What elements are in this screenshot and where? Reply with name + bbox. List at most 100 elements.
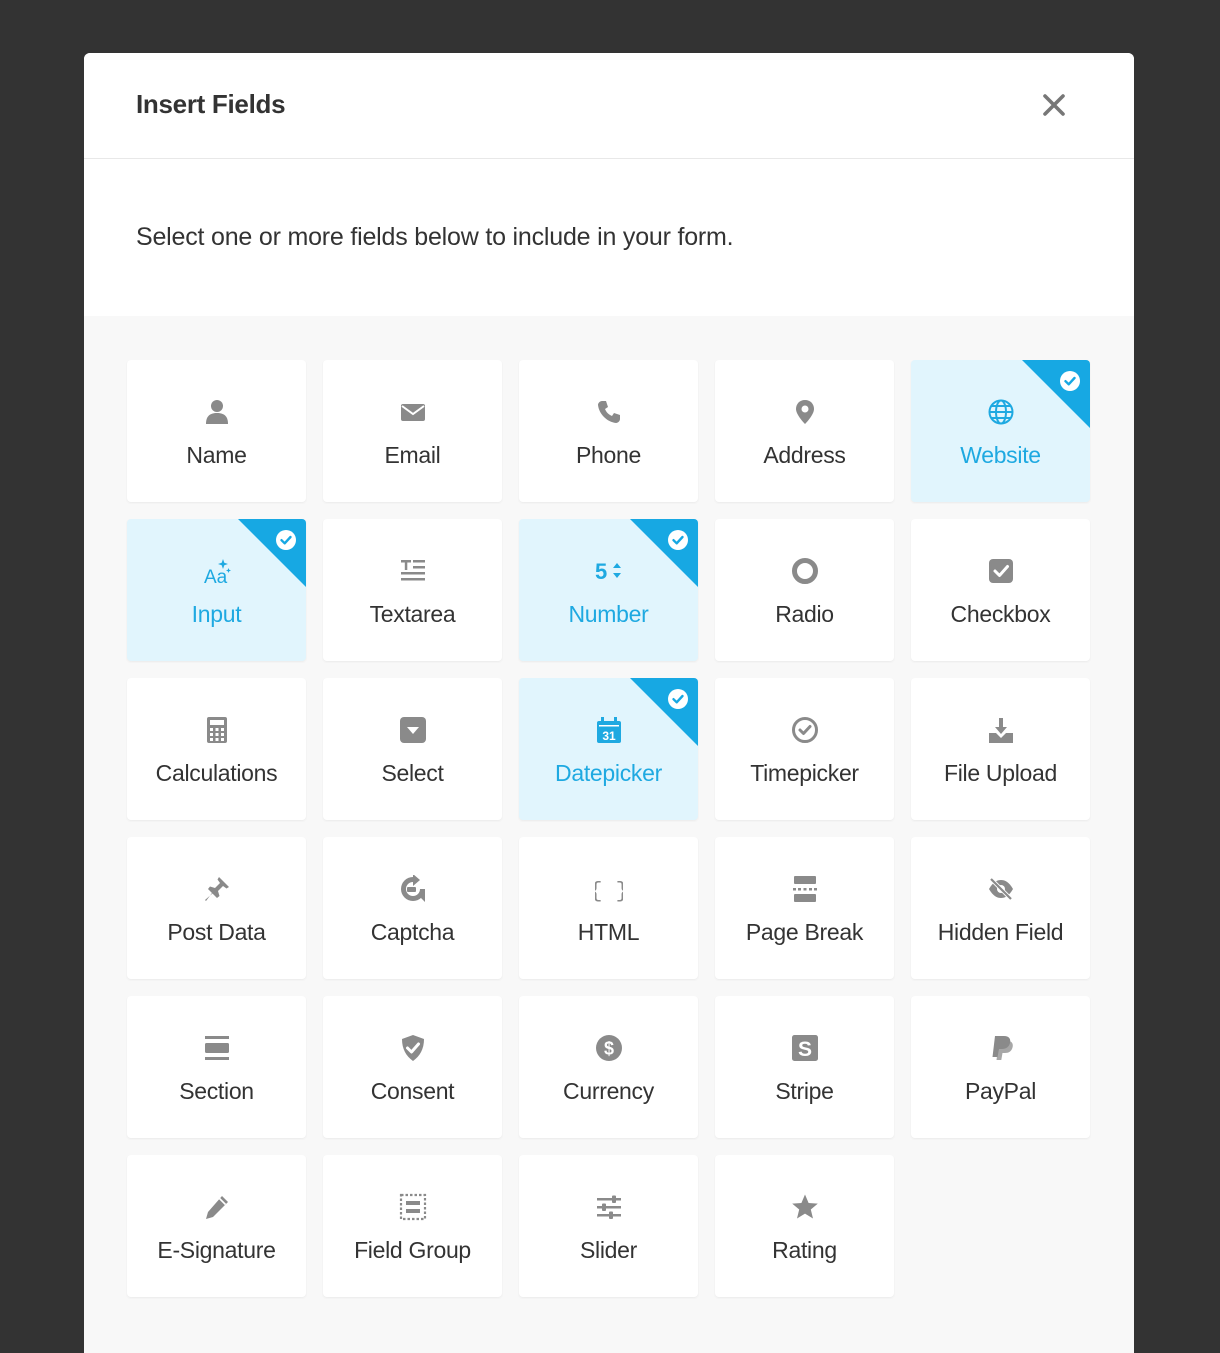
modal-header: Insert Fields bbox=[84, 53, 1134, 159]
field-label: Textarea bbox=[369, 601, 456, 627]
field-card-checkbox[interactable]: Checkbox bbox=[911, 519, 1090, 661]
checkbox-icon bbox=[986, 556, 1016, 586]
field-label: Radio bbox=[775, 601, 834, 627]
field-label: Datepicker bbox=[555, 760, 662, 786]
user-icon bbox=[202, 397, 232, 427]
field-card-file-upload[interactable]: File Upload bbox=[911, 678, 1090, 820]
field-card-stripe[interactable]: S Stripe bbox=[715, 996, 894, 1138]
svg-text:{ }: { } bbox=[595, 879, 623, 903]
field-label: Calculations bbox=[155, 760, 278, 786]
pin-icon bbox=[202, 874, 232, 904]
field-card-page-break[interactable]: Page Break bbox=[715, 837, 894, 979]
text-input-icon: Aa bbox=[202, 556, 232, 586]
field-label: Page Break bbox=[745, 919, 864, 945]
textarea-icon bbox=[398, 556, 428, 586]
envelope-icon bbox=[398, 397, 428, 427]
field-label: Consent bbox=[370, 1078, 455, 1104]
svg-text:5: 5 bbox=[595, 559, 607, 584]
field-card-email[interactable]: Email bbox=[323, 360, 502, 502]
field-label: Post Data bbox=[167, 919, 266, 945]
field-label: HTML bbox=[577, 919, 640, 945]
check-circle-icon bbox=[1060, 371, 1080, 391]
field-label: Currency bbox=[563, 1078, 654, 1104]
field-card-consent[interactable]: Consent bbox=[323, 996, 502, 1138]
field-card-radio[interactable]: Radio bbox=[715, 519, 894, 661]
field-card-calculations[interactable]: Calculations bbox=[127, 678, 306, 820]
field-card-field-group[interactable]: Field Group bbox=[323, 1155, 502, 1297]
field-label: Checkbox bbox=[950, 601, 1051, 627]
shield-check-icon bbox=[398, 1033, 428, 1063]
insert-fields-modal: Insert Fields Select one or more fields … bbox=[84, 53, 1134, 1353]
field-card-textarea[interactable]: Textarea bbox=[323, 519, 502, 661]
dollar-icon: $ bbox=[594, 1033, 624, 1063]
selected-corner-badge bbox=[630, 678, 698, 746]
field-card-captcha[interactable]: Captcha bbox=[323, 837, 502, 979]
selected-corner-badge bbox=[1022, 360, 1090, 428]
field-label: Hidden Field bbox=[937, 919, 1064, 945]
globe-icon bbox=[986, 397, 1016, 427]
field-label: Slider bbox=[579, 1237, 637, 1263]
field-card-hidden-field[interactable]: Hidden Field bbox=[911, 837, 1090, 979]
radio-icon bbox=[790, 556, 820, 586]
calendar-icon: 31 bbox=[594, 715, 624, 745]
number-icon: 5 bbox=[594, 556, 624, 586]
field-card-address[interactable]: Address bbox=[715, 360, 894, 502]
field-card-website[interactable]: Website bbox=[911, 360, 1090, 502]
svg-text:31: 31 bbox=[602, 729, 616, 743]
intro-section: Select one or more fields below to inclu… bbox=[84, 159, 1134, 316]
clock-icon bbox=[790, 715, 820, 745]
field-label: Email bbox=[384, 442, 441, 468]
modal-title: Insert Fields bbox=[136, 89, 286, 119]
slider-icon bbox=[594, 1192, 624, 1222]
field-label: Address bbox=[763, 442, 846, 468]
field-card-select[interactable]: Select bbox=[323, 678, 502, 820]
section-icon bbox=[202, 1033, 232, 1063]
field-card-timepicker[interactable]: Timepicker bbox=[715, 678, 894, 820]
field-label: File Upload bbox=[943, 760, 1058, 786]
field-card-datepicker[interactable]: 31 Datepicker bbox=[519, 678, 698, 820]
field-label: Section bbox=[179, 1078, 254, 1104]
map-pin-icon bbox=[790, 397, 820, 427]
check-circle-icon bbox=[668, 530, 688, 550]
field-card-slider[interactable]: Slider bbox=[519, 1155, 698, 1297]
star-icon bbox=[790, 1192, 820, 1222]
field-card-input[interactable]: Aa Input bbox=[127, 519, 306, 661]
svg-text:$: $ bbox=[604, 1039, 614, 1059]
field-label: Website bbox=[960, 442, 1041, 468]
field-card-section[interactable]: Section bbox=[127, 996, 306, 1138]
close-button[interactable] bbox=[1036, 87, 1072, 123]
field-label: Captcha bbox=[370, 919, 455, 945]
field-label: Number bbox=[568, 601, 649, 627]
field-label: Rating bbox=[772, 1237, 837, 1263]
field-label: PayPal bbox=[964, 1078, 1037, 1104]
field-label: Input bbox=[191, 601, 242, 627]
field-card-name[interactable]: Name bbox=[127, 360, 306, 502]
close-icon bbox=[1043, 94, 1065, 116]
check-circle-icon bbox=[276, 530, 296, 550]
field-group-icon bbox=[398, 1192, 428, 1222]
calculator-icon bbox=[202, 715, 232, 745]
field-label: Timepicker bbox=[750, 760, 859, 786]
field-card-html[interactable]: { } HTML bbox=[519, 837, 698, 979]
code-braces-icon: { } bbox=[594, 874, 624, 904]
phone-icon bbox=[594, 397, 624, 427]
svg-text:Aa: Aa bbox=[204, 567, 228, 585]
check-circle-icon bbox=[668, 689, 688, 709]
field-label: Select bbox=[381, 760, 444, 786]
captcha-icon bbox=[398, 874, 428, 904]
page-break-icon bbox=[790, 874, 820, 904]
eye-slash-icon bbox=[986, 874, 1016, 904]
field-card-number[interactable]: 5 Number bbox=[519, 519, 698, 661]
selected-corner-badge bbox=[238, 519, 306, 587]
pencil-icon bbox=[202, 1192, 232, 1222]
selected-corner-badge bbox=[630, 519, 698, 587]
field-card-paypal[interactable]: PayPal bbox=[911, 996, 1090, 1138]
field-label: Name bbox=[186, 442, 247, 468]
field-card-currency[interactable]: $ Currency bbox=[519, 996, 698, 1138]
field-card-post-data[interactable]: Post Data bbox=[127, 837, 306, 979]
svg-text:S: S bbox=[798, 1038, 812, 1061]
field-card-e-signature[interactable]: E-Signature bbox=[127, 1155, 306, 1297]
select-dropdown-icon bbox=[398, 715, 428, 745]
field-card-rating[interactable]: Rating bbox=[715, 1155, 894, 1297]
field-card-phone[interactable]: Phone bbox=[519, 360, 698, 502]
